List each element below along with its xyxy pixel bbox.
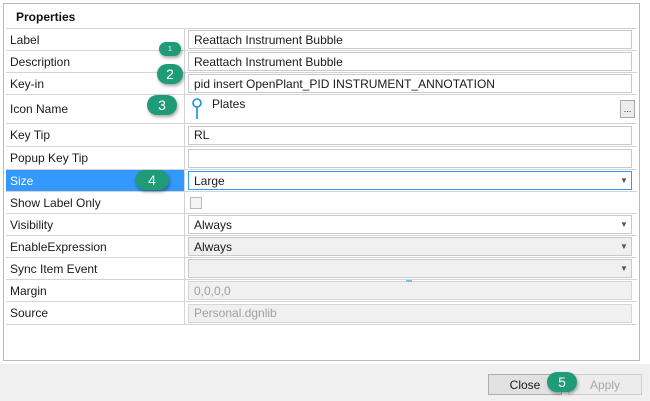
callout-4: 4 [135,170,169,190]
row-source-name: Source [6,302,185,324]
row-visibility: Visibility Always ▼ [6,214,637,236]
row-keyin: Key-in pid insert OpenPlant_PID INSTRUME… [6,73,637,95]
row-popup-key-tip: Popup Key Tip [6,147,637,170]
keyin-field[interactable]: pid insert OpenPlant_PID INSTRUMENT_ANNO… [188,74,632,93]
row-key-tip: Key Tip RL [6,124,637,147]
chevron-down-icon: ▼ [620,242,628,251]
row-icon-name: Icon Name Plates ... [6,95,637,124]
row-sync-item-event: Sync Item Event ▼ [6,258,637,280]
pin-icon [192,98,202,119]
callout-3: 3 [147,95,177,115]
label-field[interactable]: Reattach Instrument Bubble [188,30,632,49]
chevron-down-icon: ▼ [620,264,628,273]
enable-expression-value: Always [194,239,233,254]
row-margin: Margin 0,0,0,0 [6,280,637,302]
size-value: Large [194,173,225,188]
row-source: Source Personal.dgnlib [6,302,637,325]
row-label: Label Reattach Instrument Bubble [6,29,637,51]
source-field: Personal.dgnlib [188,303,632,323]
properties-panel: Properties Label Reattach Instrument Bub… [3,3,640,361]
row-size: Size Large ▼ [6,170,637,192]
row-margin-name: Margin [6,280,185,301]
row-popup-key-tip-name: Popup Key Tip [6,147,185,169]
panel-title: Properties [16,10,76,24]
icon-name-value: Plates [212,97,246,111]
chevron-down-icon: ▼ [620,176,628,185]
cursor-mark [406,280,412,282]
row-description: Description Reattach Instrument Bubble [6,51,637,73]
size-dropdown[interactable]: Large ▼ [188,171,632,190]
visibility-value: Always [194,217,233,232]
browse-button[interactable]: ... [620,100,635,118]
row-enable-expression-name: EnableExpression [6,236,185,257]
row-key-tip-name: Key Tip [6,124,185,146]
enable-expression-dropdown[interactable]: Always ▼ [188,237,632,256]
margin-field: 0,0,0,0 [188,281,632,300]
callout-1: 1 [159,42,181,56]
sync-item-event-dropdown[interactable]: ▼ [188,259,632,278]
row-visibility-name: Visibility [6,214,185,235]
callout-2: 2 [157,64,183,84]
show-label-only-checkbox[interactable] [190,196,202,209]
property-grid: Label Reattach Instrument Bubble Descrip… [6,28,637,325]
row-show-label-only: Show Label Only [6,192,637,214]
description-field[interactable]: Reattach Instrument Bubble [188,52,632,71]
chevron-down-icon: ▼ [620,220,628,229]
popup-key-tip-field[interactable] [188,148,632,168]
callout-5: 5 [547,372,577,392]
key-tip-field[interactable]: RL [188,125,632,145]
apply-button[interactable]: Apply [568,374,642,395]
row-show-label-only-name: Show Label Only [6,192,185,213]
row-sync-item-event-name: Sync Item Event [6,258,185,279]
visibility-dropdown[interactable]: Always ▼ [188,215,632,234]
row-enable-expression: EnableExpression Always ▼ [6,236,637,258]
